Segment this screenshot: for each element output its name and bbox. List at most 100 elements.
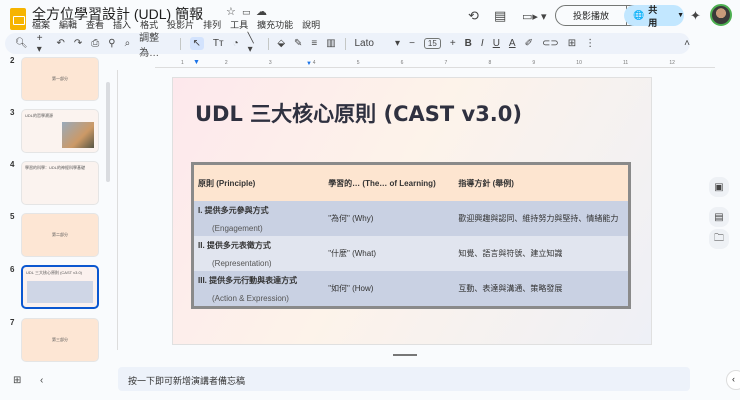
principle-sub: (Representation) <box>212 258 272 268</box>
line-icon[interactable]: ╲ ▾ <box>248 33 259 55</box>
vertical-ruler[interactable] <box>112 70 118 350</box>
menu-help[interactable]: 說明 <box>302 18 320 31</box>
folder-icon[interactable]: ▭ <box>242 7 257 18</box>
principle-cell[interactable]: II. 提供多元表徵方式 (Representation) <box>194 236 324 271</box>
avatar[interactable] <box>710 4 732 26</box>
slide-thumbnail[interactable]: 第一部分 <box>21 57 99 101</box>
meet-icon[interactable]: ▭▸ ▾ <box>522 6 547 26</box>
menu-insert[interactable]: 插入 <box>113 18 131 31</box>
divider <box>267 37 269 50</box>
menu-edit[interactable]: 編輯 <box>59 18 77 31</box>
share-button[interactable]: 🌐 共用 ▼ <box>624 5 684 28</box>
slide-thumbnail[interactable]: 學習的科學：UDL的神經科學基礎 <box>21 161 99 205</box>
slide-thumbnail-active[interactable]: UDL 三大核心原則 (CAST v3.0) <box>21 265 99 309</box>
principle-cell[interactable]: III. 提供多元行動與表達方式 (Action & Expression) <box>194 271 324 306</box>
ruler-tick: 7 <box>444 60 448 66</box>
star-icon[interactable]: ☆ <box>226 5 242 18</box>
what-cell[interactable]: "什麼" (What) <box>324 236 454 271</box>
ruler-tick: 9 <box>532 60 536 66</box>
menu-tools[interactable]: 工具 <box>230 18 248 31</box>
principle-text: III. 提供多元行動與表達方式 <box>198 275 298 285</box>
speaker-notes[interactable]: 按一下即可新增演講者備忘稿 <box>118 367 690 391</box>
search-icon[interactable]: 🔍︎ <box>15 38 28 49</box>
what-cell[interactable]: "為何" (Why) <box>324 201 454 236</box>
chevron-down-icon[interactable]: ▾ <box>395 38 400 49</box>
slide-filmstrip: 2 第一部分 3 UDL的哲學溯源 4 學習的科學：UDL的神經科學基礎 5 第… <box>0 52 110 372</box>
menu-extensions[interactable]: 擴充功能 <box>257 18 293 31</box>
underline-icon[interactable]: U <box>493 38 500 49</box>
chevron-down-icon[interactable]: ▼ <box>677 12 684 19</box>
udl-table[interactable]: 原則 (Principle) 學習的… (The… of Learning) 指… <box>191 162 631 309</box>
slide-thumbnail[interactable]: 第三部分 <box>21 318 99 362</box>
guide-cell[interactable]: 歡迎興趣與認同、維持努力與堅持、情緒能力 <box>454 201 628 236</box>
border-dash-icon[interactable]: ▥ <box>326 38 335 49</box>
zoom-icon[interactable]: ⌕ <box>125 38 131 49</box>
folder-icon[interactable]: 🗀 <box>709 229 729 249</box>
highlight-icon[interactable]: ✐ <box>525 38 533 49</box>
bold-icon[interactable]: B <box>465 38 472 49</box>
ruler-tick: 12 <box>669 60 675 66</box>
increase-font-icon[interactable]: + <box>450 38 456 49</box>
indent-marker[interactable]: ▼ <box>193 59 200 66</box>
principle-sub: (Action & Expression) <box>212 293 289 303</box>
border-weight-icon[interactable]: ≡ <box>311 38 317 49</box>
slide-canvas[interactable]: UDL 三大核心原則 (CAST v3.0) 原則 (Principle) 學習… <box>172 77 652 345</box>
header-cell[interactable]: 指導方針 (舉例) <box>454 165 628 201</box>
menu-view[interactable]: 查看 <box>86 18 104 31</box>
italic-icon[interactable]: I <box>481 38 484 49</box>
slides-logo[interactable] <box>10 8 26 30</box>
principle-cell[interactable]: I. 提供多元參與方式 (Engagement) <box>194 201 324 236</box>
thumb-image <box>62 122 94 148</box>
notes-resize-handle[interactable] <box>393 354 417 356</box>
font-size-input[interactable]: 15 <box>423 38 441 49</box>
font-select[interactable]: Lato <box>355 38 387 49</box>
what-cell[interactable]: "如何" (How) <box>324 271 454 306</box>
select-icon[interactable]: ↖ <box>189 37 204 50</box>
gemini-icon[interactable]: ✦ <box>690 6 701 26</box>
history-icon[interactable]: ⟲ <box>468 6 479 26</box>
guide-cell[interactable]: 知覺、語言與符號、建立知識 <box>454 236 628 271</box>
add-slide-side-icon[interactable]: ▣ <box>709 177 729 197</box>
menu-arrange[interactable]: 排列 <box>203 18 221 31</box>
ruler-tick: 2 <box>224 60 228 66</box>
header-cell[interactable]: 學習的… (The… of Learning) <box>324 165 454 201</box>
print-icon[interactable]: ⎙ <box>91 38 99 49</box>
redo-icon[interactable]: ↷ <box>74 38 82 49</box>
ruler-tick: 6 <box>400 60 404 66</box>
slide-thumbnail[interactable]: 第二部分 <box>21 213 99 257</box>
indent-marker[interactable]: ▼ <box>306 61 312 67</box>
cloud-icon: ☁ <box>256 6 273 18</box>
decrease-font-icon[interactable]: − <box>409 38 415 49</box>
paint-format-icon[interactable]: ⚲ <box>108 38 115 49</box>
slide-thumbnail[interactable]: UDL的哲學溯源 <box>21 109 99 153</box>
text-color-icon[interactable]: A <box>509 38 516 49</box>
menu-slide[interactable]: 投影片 <box>167 18 194 31</box>
comments-icon[interactable]: ▤ <box>494 6 506 26</box>
comment-add-icon[interactable]: ⊞ <box>568 38 576 49</box>
fill-color-icon[interactable]: ⬙ <box>277 38 285 49</box>
slide-title[interactable]: UDL 三大核心原則 (CAST v3.0) <box>195 98 522 128</box>
zoom-select[interactable]: 調整為… <box>139 29 171 59</box>
slide-number: 5 <box>10 212 15 221</box>
shape-icon[interactable]: ◔ <box>233 38 239 49</box>
border-color-icon[interactable]: ✎ <box>294 38 302 49</box>
more-icon[interactable]: ⋮ <box>585 38 595 49</box>
guide-cell[interactable]: 互動、表達與溝通、策略發展 <box>454 271 628 306</box>
table-header-row: 原則 (Principle) 學習的… (The… of Learning) 指… <box>194 165 628 201</box>
link-icon[interactable]: ⊂⊃ <box>542 38 559 49</box>
horizontal-ruler[interactable]: 1 2 3 4 5 6 7 8 9 10 11 12 <box>155 60 715 68</box>
menu-file[interactable]: 檔案 <box>32 18 50 31</box>
table-row: II. 提供多元表徵方式 (Representation) "什麼" (What)… <box>194 236 628 271</box>
header-cell[interactable]: 原則 (Principle) <box>194 165 324 201</box>
collapse-panel-icon[interactable]: ‹ <box>40 375 43 386</box>
divider <box>344 37 346 50</box>
thumb-text: UDL 三大核心原則 (CAST v3.0) <box>26 270 83 275</box>
expand-side-panel-icon[interactable]: ‹ <box>726 370 740 390</box>
undo-icon[interactable]: ↶ <box>56 38 64 49</box>
thumb-text: 第一部分 <box>52 76 68 81</box>
text-box-icon[interactable]: Tт <box>213 38 224 49</box>
grid-view-icon[interactable]: ⊞ <box>13 375 21 386</box>
keep-icon[interactable]: ▤ <box>709 207 729 227</box>
filmstrip-scrollbar[interactable] <box>106 82 110 182</box>
collapse-toolbar-icon[interactable]: ˄ <box>684 38 690 49</box>
